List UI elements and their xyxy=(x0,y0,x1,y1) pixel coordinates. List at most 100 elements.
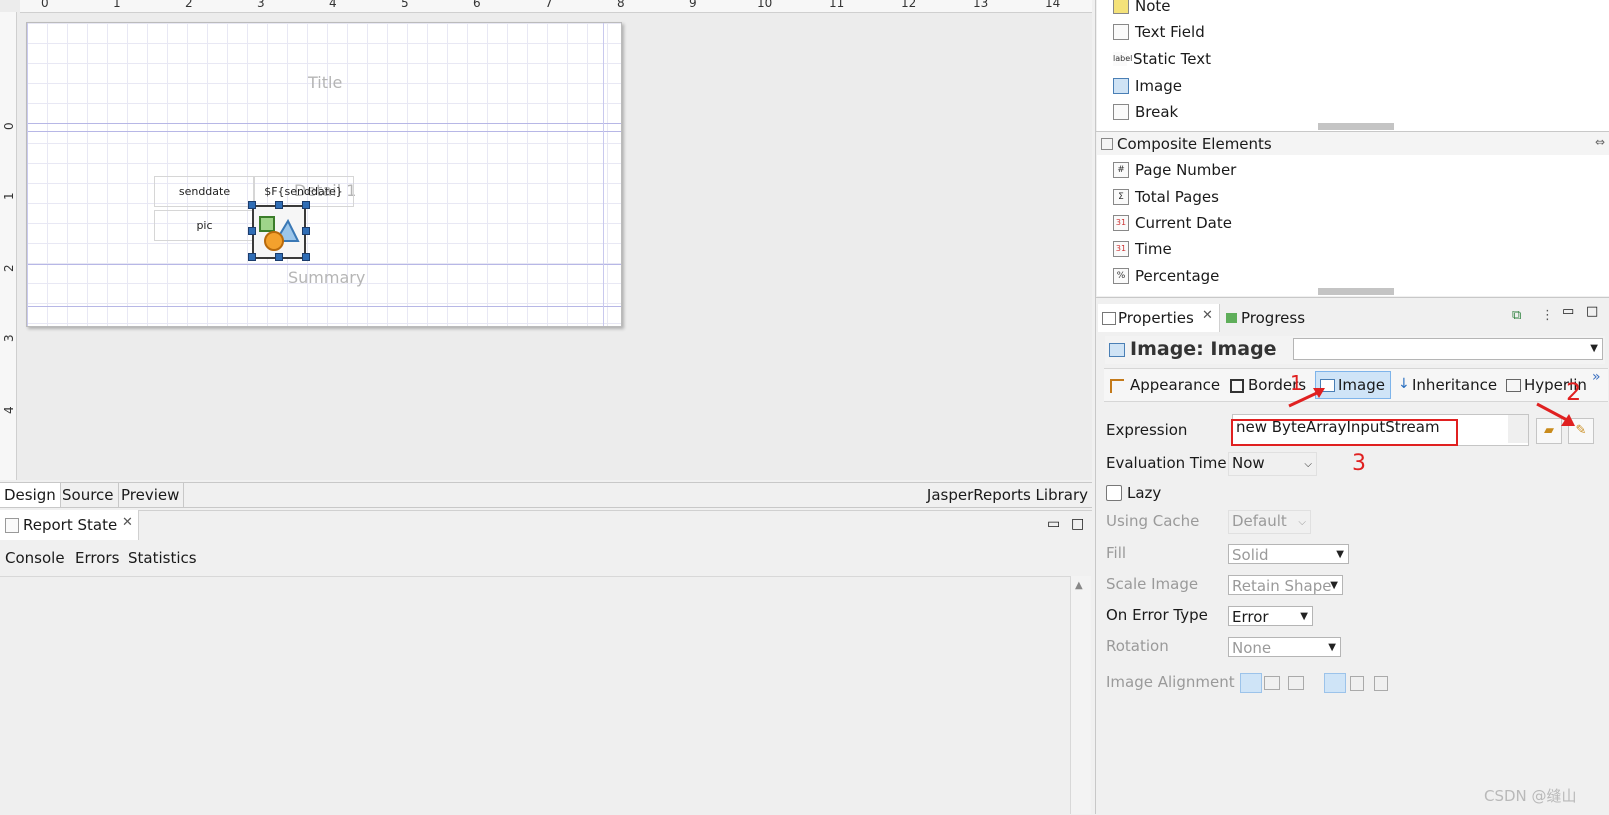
resize-handle[interactable] xyxy=(275,201,283,209)
align-middle-icon[interactable] xyxy=(1350,676,1364,691)
combo-value: Default xyxy=(1232,512,1287,530)
subtab-statistics[interactable]: Statistics xyxy=(128,549,197,567)
align-center-icon[interactable] xyxy=(1264,676,1280,690)
palette-item-note[interactable]: Note xyxy=(1113,0,1171,18)
tab-label: Inheritance xyxy=(1412,376,1498,394)
image-placeholder-icon xyxy=(259,216,300,251)
break-icon xyxy=(1113,104,1129,120)
resize-handle[interactable] xyxy=(248,227,256,235)
properties-tab-label: Properties xyxy=(1118,309,1194,327)
palette-item-image[interactable]: Image xyxy=(1113,74,1182,98)
subtab-console[interactable]: Console xyxy=(5,549,65,567)
align-left-icon[interactable] xyxy=(1240,673,1262,693)
resize-handle[interactable] xyxy=(302,227,310,235)
resize-handle[interactable] xyxy=(302,253,310,261)
scroll-up-icon[interactable]: ▲ xyxy=(1075,580,1083,591)
palette-item-static-text[interactable]: label Static Text xyxy=(1113,47,1211,71)
margin-guide xyxy=(27,23,28,326)
ruler-mark: 0 xyxy=(41,0,49,10)
console-output[interactable] xyxy=(0,576,1072,815)
ruler-mark: 9 xyxy=(689,0,697,10)
image-icon xyxy=(1113,78,1129,94)
text-field-icon xyxy=(1113,24,1129,40)
title-band-label: Title xyxy=(308,73,343,92)
palette-item-current-date[interactable]: 31 Current Date xyxy=(1113,211,1232,235)
composite-header-label: Composite Elements xyxy=(1117,135,1272,153)
evaluation-time-label: Evaluation Time xyxy=(1106,454,1227,472)
palette-item-label: Break xyxy=(1135,103,1179,121)
view-menu-icon[interactable]: ⋮ xyxy=(1541,308,1554,323)
band-separator xyxy=(27,131,621,132)
senddate-static-text[interactable]: senddate xyxy=(154,176,255,207)
maximize-icon[interactable]: □ xyxy=(1586,304,1598,319)
combo-value: Error xyxy=(1232,608,1269,626)
composite-elements-header[interactable]: Composite Elements ⇔ xyxy=(1097,132,1609,155)
scale-image-combo[interactable]: Retain Shape ▼ xyxy=(1228,575,1343,595)
image-element-selected[interactable] xyxy=(252,205,306,259)
tab-properties[interactable]: Properties ✕ xyxy=(1098,304,1220,332)
palette-item-label: Image xyxy=(1135,77,1182,95)
tab-design[interactable]: Design xyxy=(0,483,61,507)
horizontal-ruler xyxy=(20,0,1092,13)
palette-item-time[interactable]: 31 Time xyxy=(1113,237,1172,261)
panel-divider[interactable] xyxy=(1095,0,1096,814)
pic-static-text[interactable]: pic xyxy=(154,210,255,241)
align-top-icon[interactable] xyxy=(1324,673,1346,693)
palette-item-page-number[interactable]: # Page Number xyxy=(1113,158,1236,182)
band-separator xyxy=(27,123,621,124)
on-error-type-label: On Error Type xyxy=(1106,606,1208,624)
align-bottom-icon[interactable] xyxy=(1374,676,1388,691)
time-icon: 31 xyxy=(1113,241,1129,257)
close-icon[interactable]: ✕ xyxy=(122,515,133,530)
progress-tab-label: Progress xyxy=(1241,309,1306,327)
palette-item-break[interactable]: Break xyxy=(1113,100,1178,124)
close-icon[interactable]: ✕ xyxy=(1202,308,1213,323)
resize-handle[interactable] xyxy=(302,201,310,209)
on-error-type-combo[interactable]: Error ▼ xyxy=(1228,606,1313,626)
tab-label: Appearance xyxy=(1130,376,1221,394)
palette-item-percentage[interactable]: % Percentage xyxy=(1113,264,1219,288)
lazy-checkbox[interactable] xyxy=(1106,485,1122,501)
palette-scroll-handle[interactable] xyxy=(1318,288,1394,295)
maximize-icon[interactable]: □ xyxy=(1071,516,1084,532)
evaluation-time-combo[interactable]: Now ⌵ xyxy=(1228,452,1317,476)
ruler-mark: 5 xyxy=(401,0,409,10)
page-number-icon: # xyxy=(1113,162,1129,178)
report-state-tab[interactable]: Report State ✕ xyxy=(0,510,139,540)
expression-label: Expression xyxy=(1106,421,1188,439)
palette-scroll-handle[interactable] xyxy=(1318,123,1394,130)
subtab-errors[interactable]: Errors xyxy=(75,549,119,567)
minimize-icon[interactable]: ▭ xyxy=(1047,516,1060,532)
image-icon xyxy=(1109,343,1125,357)
properties-icon xyxy=(1102,312,1116,325)
collapse-icon[interactable]: ⇔ xyxy=(1595,135,1605,149)
combo-value: Retain Shape xyxy=(1232,577,1332,595)
resize-handle[interactable] xyxy=(248,201,256,209)
minimize-icon[interactable]: ▭ xyxy=(1562,304,1574,319)
more-tabs-icon[interactable]: » xyxy=(1592,369,1601,385)
resize-handle[interactable] xyxy=(248,253,256,261)
static-text-icon: label xyxy=(1113,52,1132,66)
ruler-mark: 1 xyxy=(113,0,121,10)
appearance-icon xyxy=(1110,379,1124,393)
palette-item-label: Page Number xyxy=(1135,161,1237,179)
tab-preview[interactable]: Preview xyxy=(117,483,185,507)
rotation-combo[interactable]: None ▼ xyxy=(1228,637,1341,657)
ruler-mark: 10 xyxy=(757,0,773,10)
using-cache-combo[interactable]: Default ⌵ xyxy=(1228,510,1311,534)
resize-handle[interactable] xyxy=(275,253,283,261)
palette-item-label: Percentage xyxy=(1135,267,1220,285)
report-page[interactable]: Title Detail 1 Summary senddate $F{sendd… xyxy=(26,22,622,327)
align-right-icon[interactable] xyxy=(1288,676,1304,690)
fill-combo[interactable]: Solid ▼ xyxy=(1228,544,1349,564)
palette-item-text-field[interactable]: Text Field xyxy=(1113,20,1205,44)
divider xyxy=(1096,297,1609,298)
palette-item-label: Total Pages xyxy=(1135,188,1219,206)
console-scrollbar[interactable]: ▲ xyxy=(1070,576,1091,814)
ruler-mark: 1 xyxy=(2,192,16,200)
ruler-mark: 11 xyxy=(829,0,845,10)
element-selector-combo[interactable]: ▼ xyxy=(1293,338,1603,360)
tab-source[interactable]: Source xyxy=(58,483,119,507)
pin-icon[interactable]: ⧉ xyxy=(1512,308,1521,323)
palette-item-total-pages[interactable]: Σ Total Pages xyxy=(1113,185,1219,209)
